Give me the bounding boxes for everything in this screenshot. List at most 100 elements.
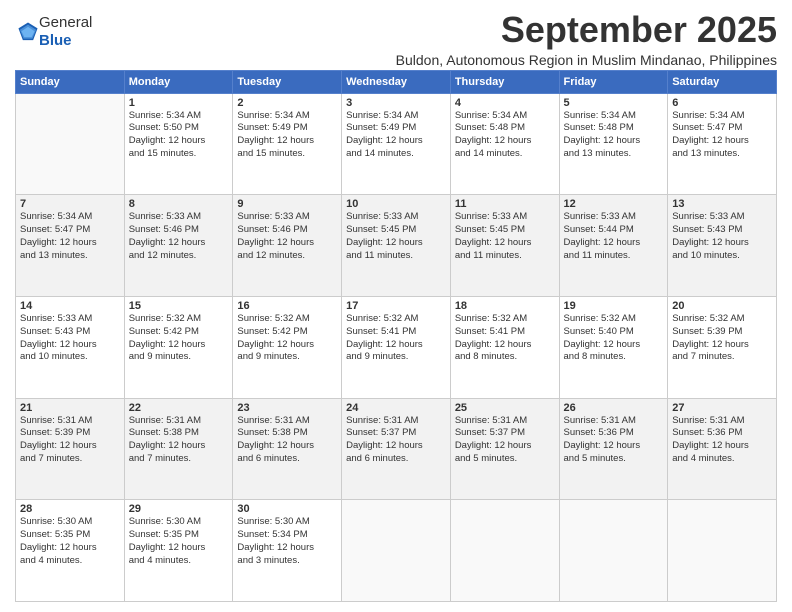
logo-line2: Blue (39, 32, 72, 49)
day-number: 17 (346, 300, 446, 312)
calendar-cell: 5Sunrise: 5:34 AMSunset: 5:48 PMDaylight… (559, 93, 668, 195)
calendar-cell: 6Sunrise: 5:34 AMSunset: 5:47 PMDaylight… (668, 93, 777, 195)
logo-icon (17, 21, 39, 43)
day-number: 15 (129, 300, 229, 312)
day-number: 11 (455, 198, 555, 210)
day-info: Sunrise: 5:34 AMSunset: 5:50 PMDaylight:… (129, 110, 229, 161)
calendar-cell: 11Sunrise: 5:33 AMSunset: 5:45 PMDayligh… (450, 195, 559, 297)
calendar-cell: 14Sunrise: 5:33 AMSunset: 5:43 PMDayligh… (16, 296, 125, 398)
weekday-header-saturday: Saturday (668, 70, 777, 93)
day-number: 8 (129, 198, 229, 210)
weekday-header-monday: Monday (124, 70, 233, 93)
logo-line1: General (39, 14, 92, 32)
calendar-cell: 24Sunrise: 5:31 AMSunset: 5:37 PMDayligh… (342, 398, 451, 500)
day-info: Sunrise: 5:30 AMSunset: 5:34 PMDaylight:… (237, 516, 337, 567)
day-number: 28 (20, 503, 120, 515)
calendar-table: SundayMondayTuesdayWednesdayThursdayFrid… (15, 70, 777, 602)
calendar-cell: 30Sunrise: 5:30 AMSunset: 5:34 PMDayligh… (233, 500, 342, 602)
day-number: 6 (672, 97, 772, 109)
calendar-cell: 23Sunrise: 5:31 AMSunset: 5:38 PMDayligh… (233, 398, 342, 500)
calendar-cell: 26Sunrise: 5:31 AMSunset: 5:36 PMDayligh… (559, 398, 668, 500)
day-info: Sunrise: 5:34 AMSunset: 5:49 PMDaylight:… (346, 110, 446, 161)
weekday-header-wednesday: Wednesday (342, 70, 451, 93)
calendar-cell: 21Sunrise: 5:31 AMSunset: 5:39 PMDayligh… (16, 398, 125, 500)
calendar-cell (16, 93, 125, 195)
day-info: Sunrise: 5:31 AMSunset: 5:37 PMDaylight:… (455, 415, 555, 466)
day-info: Sunrise: 5:32 AMSunset: 5:39 PMDaylight:… (672, 313, 772, 364)
day-info: Sunrise: 5:32 AMSunset: 5:42 PMDaylight:… (237, 313, 337, 364)
calendar-cell: 1Sunrise: 5:34 AMSunset: 5:50 PMDaylight… (124, 93, 233, 195)
calendar-cell: 29Sunrise: 5:30 AMSunset: 5:35 PMDayligh… (124, 500, 233, 602)
calendar-week-row: 21Sunrise: 5:31 AMSunset: 5:39 PMDayligh… (16, 398, 777, 500)
weekday-header-thursday: Thursday (450, 70, 559, 93)
day-number: 26 (564, 402, 664, 414)
day-number: 18 (455, 300, 555, 312)
calendar-cell: 12Sunrise: 5:33 AMSunset: 5:44 PMDayligh… (559, 195, 668, 297)
day-info: Sunrise: 5:33 AMSunset: 5:45 PMDaylight:… (346, 211, 446, 262)
day-number: 23 (237, 402, 337, 414)
day-number: 16 (237, 300, 337, 312)
day-info: Sunrise: 5:34 AMSunset: 5:48 PMDaylight:… (564, 110, 664, 161)
day-info: Sunrise: 5:32 AMSunset: 5:42 PMDaylight:… (129, 313, 229, 364)
day-number: 30 (237, 503, 337, 515)
day-number: 9 (237, 198, 337, 210)
day-info: Sunrise: 5:31 AMSunset: 5:37 PMDaylight:… (346, 415, 446, 466)
day-info: Sunrise: 5:34 AMSunset: 5:49 PMDaylight:… (237, 110, 337, 161)
day-number: 20 (672, 300, 772, 312)
day-info: Sunrise: 5:34 AMSunset: 5:47 PMDaylight:… (672, 110, 772, 161)
day-info: Sunrise: 5:34 AMSunset: 5:47 PMDaylight:… (20, 211, 120, 262)
day-number: 5 (564, 97, 664, 109)
title-block: September 2025 Buldon, Autonomous Region… (92, 10, 777, 68)
calendar-week-row: 28Sunrise: 5:30 AMSunset: 5:35 PMDayligh… (16, 500, 777, 602)
weekday-header-friday: Friday (559, 70, 668, 93)
calendar-cell: 3Sunrise: 5:34 AMSunset: 5:49 PMDaylight… (342, 93, 451, 195)
day-number: 13 (672, 198, 772, 210)
weekday-header-sunday: Sunday (16, 70, 125, 93)
calendar-cell: 28Sunrise: 5:30 AMSunset: 5:35 PMDayligh… (16, 500, 125, 602)
calendar-cell: 18Sunrise: 5:32 AMSunset: 5:41 PMDayligh… (450, 296, 559, 398)
day-info: Sunrise: 5:33 AMSunset: 5:46 PMDaylight:… (129, 211, 229, 262)
day-info: Sunrise: 5:30 AMSunset: 5:35 PMDaylight:… (20, 516, 120, 567)
day-number: 4 (455, 97, 555, 109)
day-info: Sunrise: 5:33 AMSunset: 5:44 PMDaylight:… (564, 211, 664, 262)
month-title: September 2025 (92, 10, 777, 50)
day-info: Sunrise: 5:32 AMSunset: 5:41 PMDaylight:… (455, 313, 555, 364)
day-number: 12 (564, 198, 664, 210)
calendar-cell (450, 500, 559, 602)
calendar-cell: 2Sunrise: 5:34 AMSunset: 5:49 PMDaylight… (233, 93, 342, 195)
day-info: Sunrise: 5:33 AMSunset: 5:45 PMDaylight:… (455, 211, 555, 262)
day-info: Sunrise: 5:33 AMSunset: 5:43 PMDaylight:… (20, 313, 120, 364)
location-title: Buldon, Autonomous Region in Muslim Mind… (92, 52, 777, 68)
day-number: 14 (20, 300, 120, 312)
calendar-cell: 9Sunrise: 5:33 AMSunset: 5:46 PMDaylight… (233, 195, 342, 297)
day-number: 7 (20, 198, 120, 210)
day-number: 1 (129, 97, 229, 109)
day-info: Sunrise: 5:31 AMSunset: 5:38 PMDaylight:… (129, 415, 229, 466)
calendar-cell (668, 500, 777, 602)
day-number: 2 (237, 97, 337, 109)
calendar-cell: 8Sunrise: 5:33 AMSunset: 5:46 PMDaylight… (124, 195, 233, 297)
logo: General Blue (15, 14, 92, 50)
day-info: Sunrise: 5:34 AMSunset: 5:48 PMDaylight:… (455, 110, 555, 161)
calendar-cell: 27Sunrise: 5:31 AMSunset: 5:36 PMDayligh… (668, 398, 777, 500)
day-number: 25 (455, 402, 555, 414)
day-number: 10 (346, 198, 446, 210)
calendar-cell: 22Sunrise: 5:31 AMSunset: 5:38 PMDayligh… (124, 398, 233, 500)
day-info: Sunrise: 5:31 AMSunset: 5:38 PMDaylight:… (237, 415, 337, 466)
calendar-week-row: 14Sunrise: 5:33 AMSunset: 5:43 PMDayligh… (16, 296, 777, 398)
day-number: 24 (346, 402, 446, 414)
day-info: Sunrise: 5:30 AMSunset: 5:35 PMDaylight:… (129, 516, 229, 567)
calendar-cell (342, 500, 451, 602)
calendar-cell: 25Sunrise: 5:31 AMSunset: 5:37 PMDayligh… (450, 398, 559, 500)
day-number: 22 (129, 402, 229, 414)
day-info: Sunrise: 5:33 AMSunset: 5:46 PMDaylight:… (237, 211, 337, 262)
day-number: 3 (346, 97, 446, 109)
calendar-week-row: 1Sunrise: 5:34 AMSunset: 5:50 PMDaylight… (16, 93, 777, 195)
day-info: Sunrise: 5:31 AMSunset: 5:39 PMDaylight:… (20, 415, 120, 466)
calendar-cell: 7Sunrise: 5:34 AMSunset: 5:47 PMDaylight… (16, 195, 125, 297)
calendar-cell: 19Sunrise: 5:32 AMSunset: 5:40 PMDayligh… (559, 296, 668, 398)
calendar-cell: 20Sunrise: 5:32 AMSunset: 5:39 PMDayligh… (668, 296, 777, 398)
calendar-cell: 16Sunrise: 5:32 AMSunset: 5:42 PMDayligh… (233, 296, 342, 398)
day-number: 19 (564, 300, 664, 312)
calendar-cell: 10Sunrise: 5:33 AMSunset: 5:45 PMDayligh… (342, 195, 451, 297)
